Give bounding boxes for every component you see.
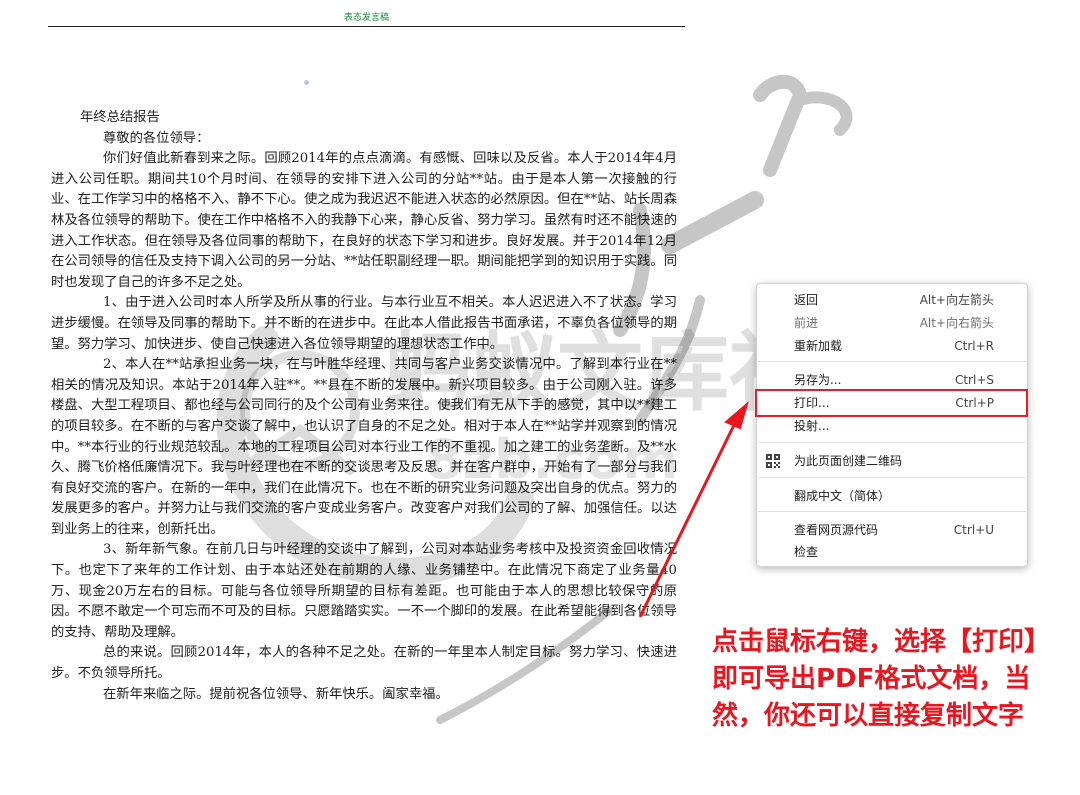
menu-item-reload[interactable]: 重新加载 Ctrl+R [757,335,1027,357]
menu-item-label: 查看网页源代码 [794,523,879,537]
menu-item-shortcut: Alt+向右箭头 [919,316,994,330]
instruction-line: 然，你还可以直接复制文字 [712,701,1025,731]
menu-item-forward[interactable]: 前进 Alt+向右箭头 [757,312,1027,334]
menu-item-label: 重新加载 [794,339,843,353]
menu-item-translate[interactable]: 翻成中文（简体） [757,485,1027,507]
menu-item-label: 为此页面创建二维码 [794,454,903,468]
print-highlight-box [755,389,1028,417]
menu-item-label: 返回 [794,293,819,307]
menu-item-inspect[interactable]: 检查 [757,541,1027,563]
menu-item-shortcut: Ctrl+U [953,523,994,537]
menu-item-save-as[interactable]: 另存为... Ctrl+S [757,369,1027,391]
menu-item-label: 检查 [794,545,819,559]
menu-item-label: 前进 [794,316,819,330]
menu-item-label: 翻成中文（简体） [794,489,891,503]
instruction-text: 点击鼠标右键，选择【打印】 即可导出PDF格式文档，当 然，你还可以直接复制文字 [712,624,1072,735]
menu-separator [758,477,1026,478]
menu-item-cast[interactable]: 投射... [757,415,1027,437]
menu-separator [758,442,1026,443]
qr-code-icon [766,454,780,468]
menu-item-label: 投射... [794,419,830,433]
context-menu: 返回 Alt+向左箭头 前进 Alt+向右箭头 重新加载 Ctrl+R 另存为.… [756,283,1028,567]
menu-item-back[interactable]: 返回 Alt+向左箭头 [757,289,1027,311]
instruction-line: 点击鼠标右键，选择【打印】 [712,627,1051,657]
menu-item-shortcut: Alt+向左箭头 [919,293,994,307]
instruction-line: 即可导出PDF格式文档，当 [712,664,1031,694]
menu-separator [758,511,1026,512]
menu-item-view-source[interactable]: 查看网页源代码 Ctrl+U [757,519,1027,541]
menu-item-label: 另存为... [794,373,842,387]
menu-item-shortcut: Ctrl+S [954,373,994,387]
menu-item-shortcut: Ctrl+R [954,339,994,353]
menu-item-create-qr[interactable]: 为此页面创建二维码 [757,450,1027,472]
menu-separator [758,361,1026,362]
